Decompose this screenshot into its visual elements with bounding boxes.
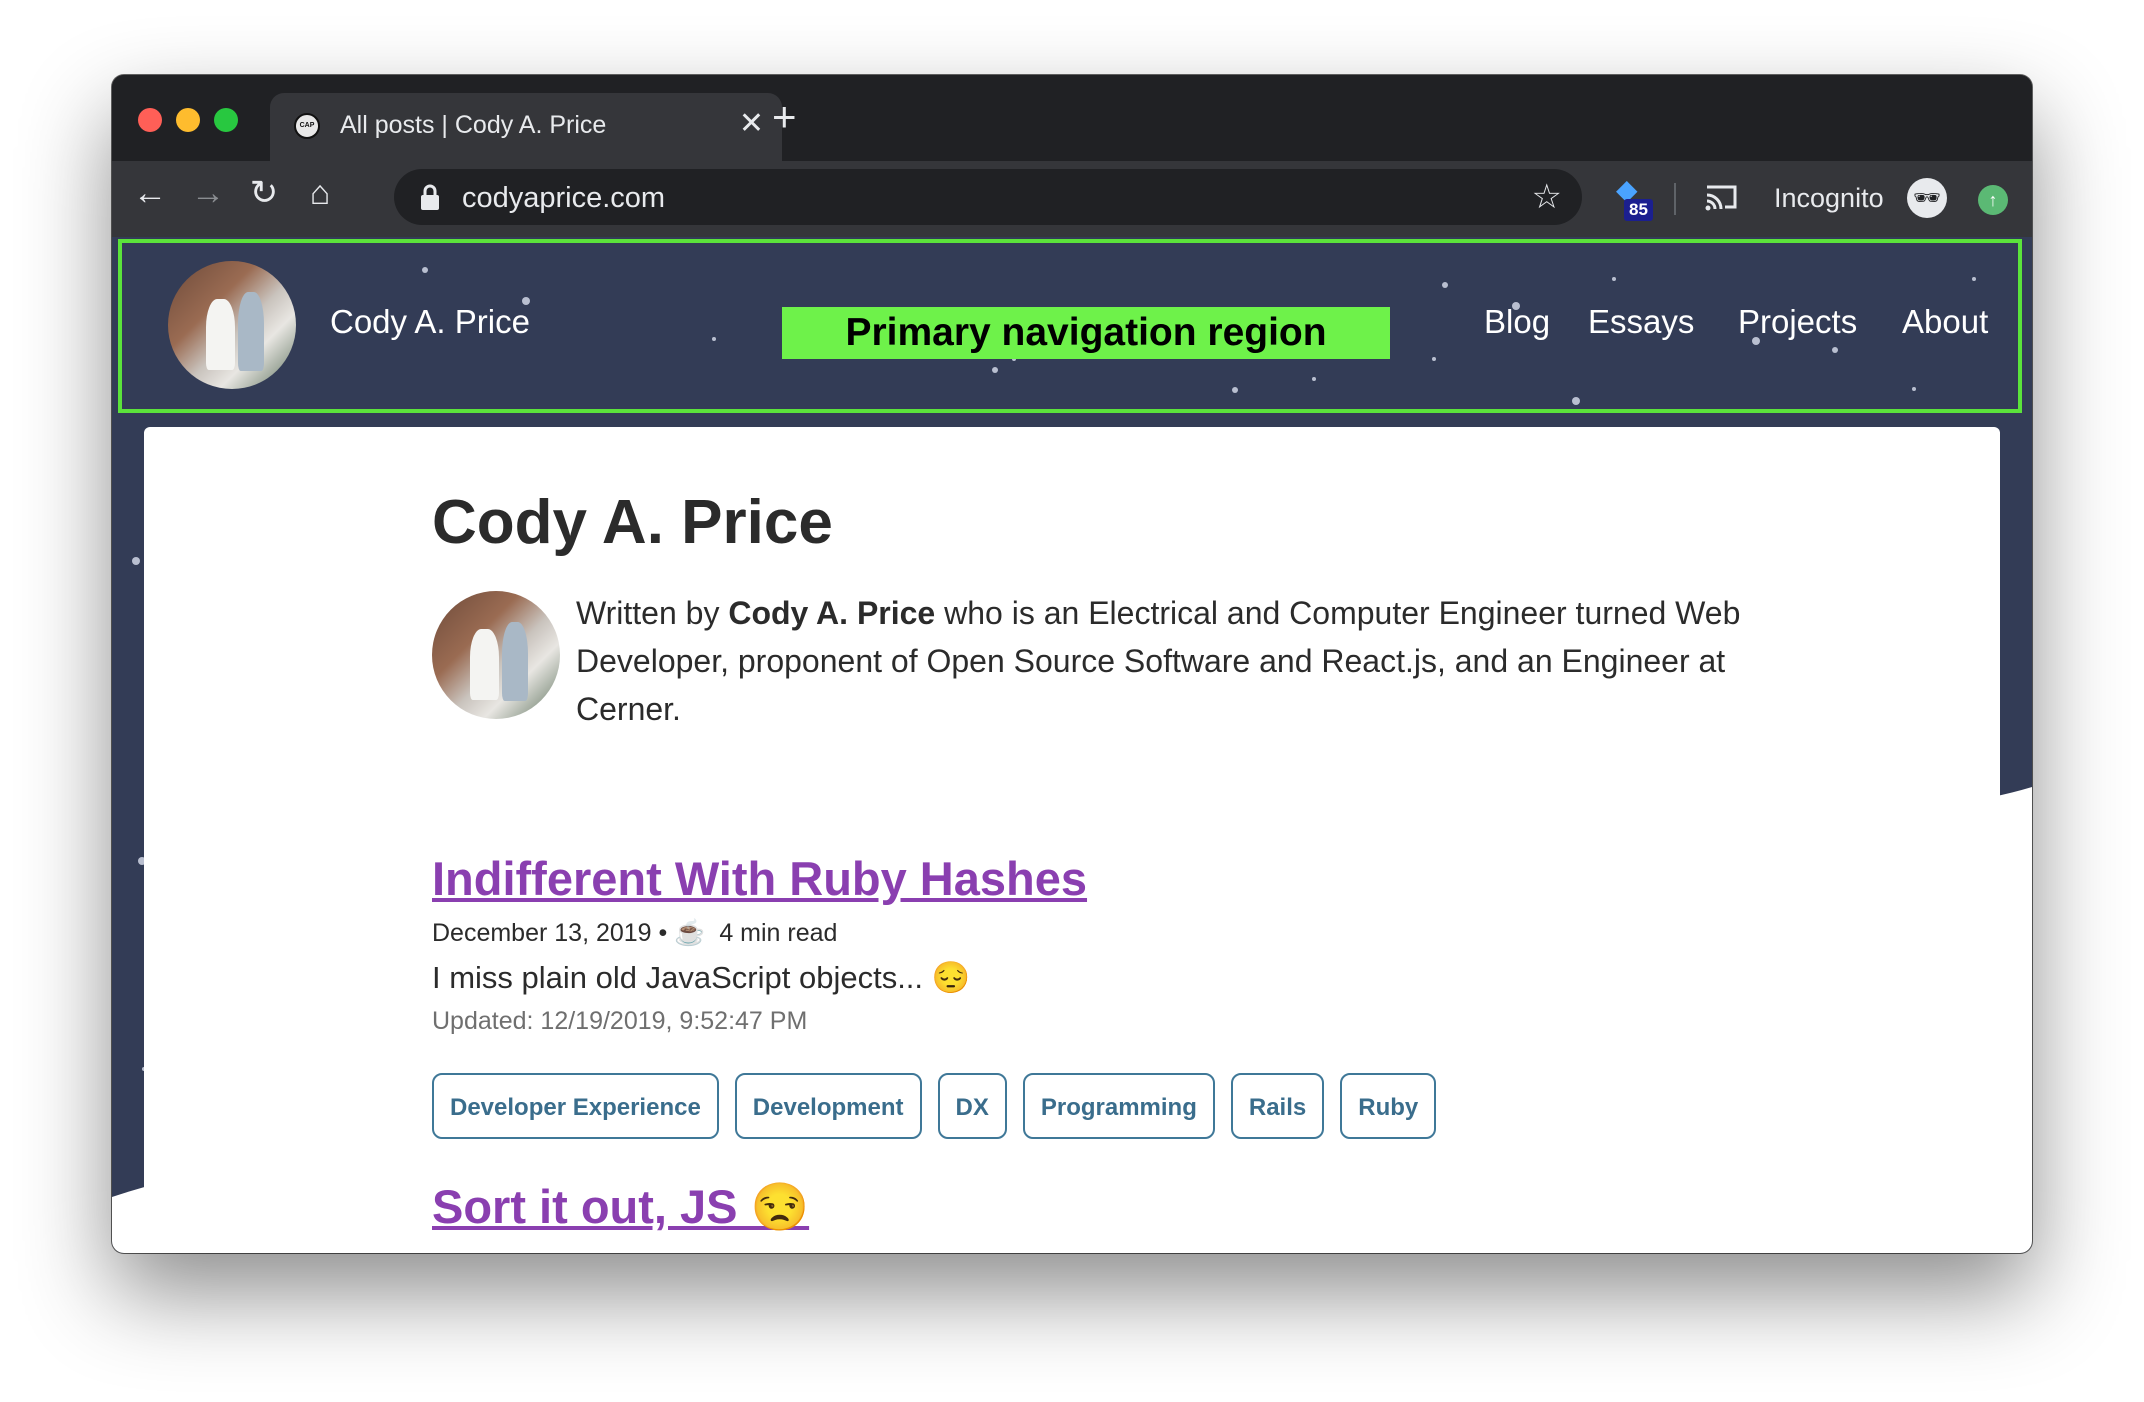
post-date: December 13, 2019 (432, 919, 652, 947)
forward-arrow-icon[interactable]: → (186, 171, 230, 215)
nav-link-projects[interactable]: Projects (1738, 303, 1857, 341)
tag-list: Developer Experience Development DX Prog… (432, 1073, 1437, 1139)
tag-development[interactable]: Development (734, 1073, 922, 1139)
read-time: 4 min read (719, 919, 838, 947)
post-title-link[interactable]: Sort it out, JS 😒 (432, 1179, 809, 1235)
minimize-window-button[interactable] (176, 108, 200, 132)
tab-title: All posts | Cody A. Price (340, 111, 607, 139)
post-updated: Updated: 12/19/2019, 9:52:47 PM (432, 1007, 808, 1035)
post-title-link[interactable]: Indifferent With Ruby Hashes (432, 851, 1087, 906)
nav-link-blog[interactable]: Blog (1484, 303, 1550, 341)
close-icon[interactable]: ✕ (739, 107, 764, 141)
home-icon[interactable]: ⌂ (298, 171, 342, 215)
nav-link-about[interactable]: About (1902, 303, 1988, 341)
bookmark-star-icon[interactable]: ☆ (1532, 175, 1562, 219)
nav-link-essays[interactable]: Essays (1588, 303, 1694, 341)
lock-icon (421, 184, 439, 210)
back-arrow-icon[interactable]: ← (128, 171, 172, 215)
browser-window: CAP All posts | Cody A. Price ✕ + ← → ↻ … (112, 75, 2032, 1253)
tab-all-posts[interactable]: CAP All posts | Cody A. Price ✕ (270, 93, 782, 161)
maximize-window-button[interactable] (214, 108, 238, 132)
meta-separator: • (658, 919, 668, 947)
post-meta: December 13, 2019 • ☕ 4 min read (432, 919, 837, 948)
new-tab-button[interactable]: + (772, 95, 797, 139)
post-excerpt: I miss plain old JavaScript objects... 😔 (432, 960, 971, 995)
tag-programming[interactable]: Programming (1022, 1073, 1215, 1139)
incognito-label: Incognito (1774, 183, 1884, 213)
toolbar-divider (1674, 183, 1676, 215)
tag-dx[interactable]: DX (937, 1073, 1007, 1139)
favicon-icon: CAP (294, 113, 320, 139)
region-label: Primary navigation region (782, 307, 1390, 359)
tag-developer-experience[interactable]: Developer Experience (432, 1073, 719, 1139)
page-title: Cody A. Price (432, 488, 833, 557)
bio-author-name: Cody A. Price (728, 595, 936, 631)
primary-navigation-region: Cody A. Price Primary navigation region … (118, 239, 2022, 413)
main-content-card: Cody A. Price Written by Cody A. Price w… (144, 427, 2000, 1253)
tag-rails[interactable]: Rails (1230, 1073, 1325, 1139)
reload-icon[interactable]: ↻ (242, 171, 286, 215)
page-viewport: Cody A. Price Primary navigation region … (112, 237, 2032, 1253)
bio-avatar (432, 591, 560, 719)
address-bar[interactable]: codyaprice.com ☆ (394, 169, 1582, 225)
author-bio: Written by Cody A. Price who is an Elect… (576, 589, 1816, 733)
tag-ruby[interactable]: Ruby (1340, 1073, 1437, 1139)
update-arrow-icon[interactable]: ↑ (1978, 185, 2008, 215)
site-avatar[interactable] (168, 261, 296, 389)
tab-strip: CAP All posts | Cody A. Price ✕ + (112, 75, 2032, 161)
site-name-link[interactable]: Cody A. Price (330, 303, 530, 341)
extension-button[interactable]: ◆ 85 (1612, 171, 1662, 225)
incognito-icon[interactable]: 🕶 (1907, 178, 1947, 218)
coffee-icon: ☕ (674, 919, 706, 947)
cast-icon[interactable] (1699, 175, 1743, 219)
extension-badge: 85 (1624, 199, 1653, 221)
close-window-button[interactable] (138, 108, 162, 132)
bio-prefix: Written by (576, 595, 729, 631)
url-text: codyaprice.com (462, 182, 666, 214)
browser-toolbar: ← → ↻ ⌂ codyaprice.com ☆ ◆ 85 Incognito … (112, 161, 2032, 237)
